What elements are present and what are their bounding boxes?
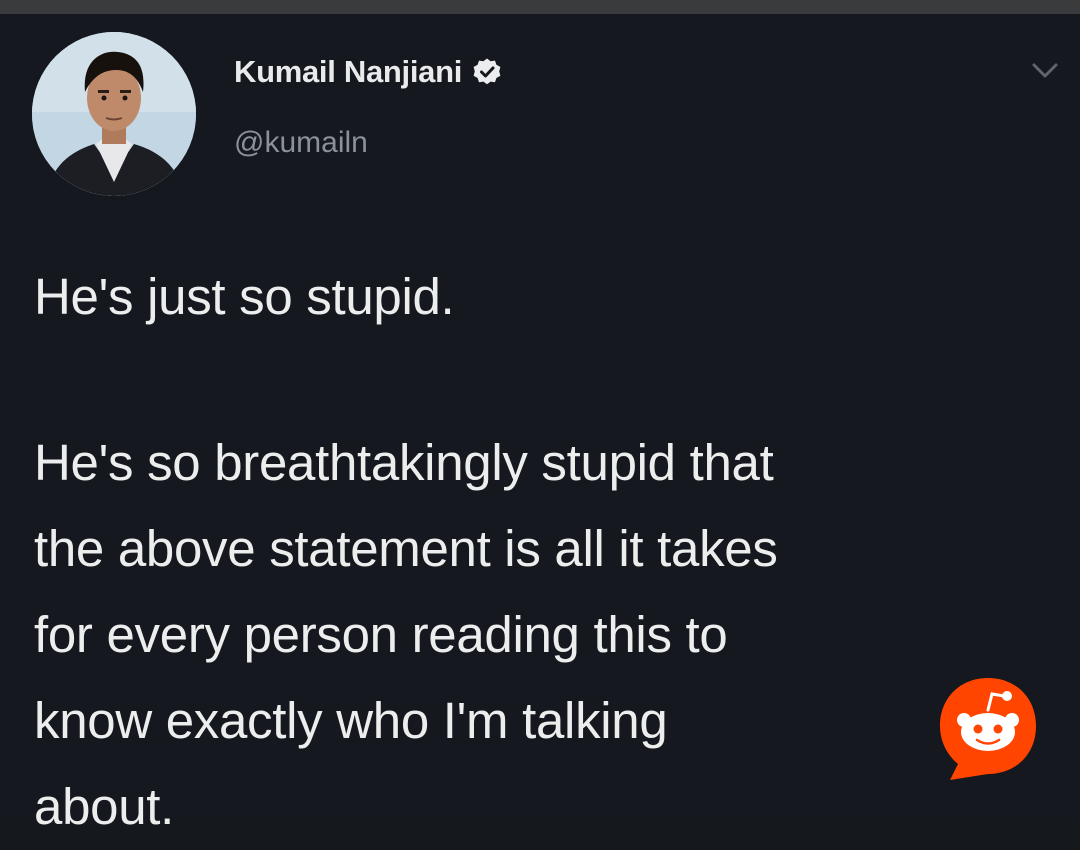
tweet-line: He's so breathtakingly stupid that: [34, 434, 774, 491]
tweet-line: for every person reading this to: [34, 606, 728, 663]
tweet-line: know exactly who I'm talking: [34, 692, 668, 749]
avatar[interactable]: [32, 32, 196, 196]
window-top-strip: [0, 0, 1080, 14]
chevron-down-icon[interactable]: [1030, 60, 1060, 82]
tweet-paragraph: He's just so stupid.: [34, 268, 455, 325]
author-name-row: Kumail Nanjiani: [234, 52, 502, 92]
avatar-photo: [32, 32, 196, 196]
tweet-line: the above statement is all it takes: [34, 520, 778, 577]
tweet-body: He's just so stupid. He's so breathtakin…: [34, 254, 1054, 850]
tweet-line: about.: [34, 778, 174, 835]
tweet-card: Kumail Nanjiani @kumailn He's just so st…: [0, 14, 1080, 835]
reddit-logo-icon: [940, 678, 1036, 780]
author-handle[interactable]: @kumailn: [234, 126, 368, 160]
verified-badge-icon: [473, 58, 501, 85]
author-display-name[interactable]: Kumail Nanjiani: [234, 54, 462, 90]
